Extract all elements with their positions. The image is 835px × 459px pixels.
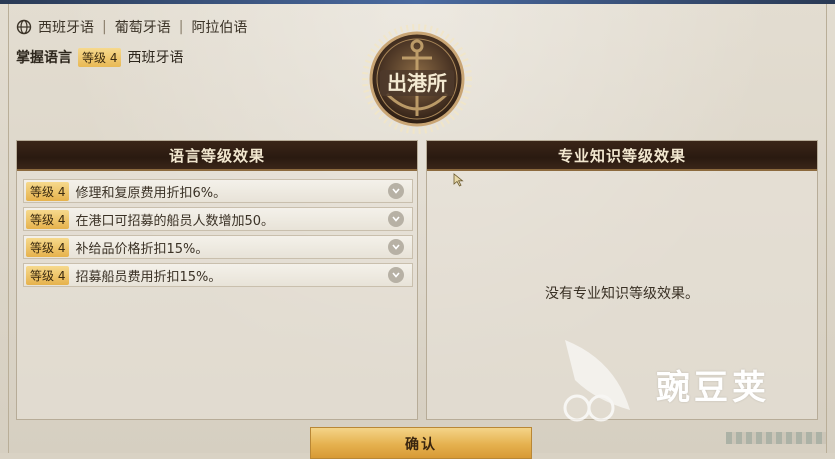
chevron-down-icon[interactable] bbox=[388, 267, 404, 283]
effect-row[interactable]: 等级 4 补给品价格折扣15%。 bbox=[23, 235, 413, 259]
mastery-label: 掌握语言 bbox=[16, 50, 72, 66]
panel-title: 专业知识等级效果 bbox=[427, 141, 817, 171]
language-item: 葡萄牙语 bbox=[114, 20, 171, 36]
frame-left bbox=[8, 4, 9, 453]
confirm-button[interactable]: 确认 bbox=[310, 427, 532, 459]
language-effects-panel: 语言等级效果 等级 4 修理和复原费用折扣6%。 等级 4 在港口可招募的船员人… bbox=[16, 140, 418, 420]
blurred-text bbox=[726, 432, 826, 444]
effect-row[interactable]: 等级 4 在港口可招募的船员人数增加50。 bbox=[23, 207, 413, 231]
effect-text: 补给品价格折扣15%。 bbox=[75, 241, 209, 257]
effect-row[interactable]: 等级 4 修理和复原费用折扣6%。 bbox=[23, 179, 413, 203]
effect-text: 在港口可招募的船员人数增加50。 bbox=[75, 213, 274, 229]
empty-message: 没有专业知识等级效果。 bbox=[545, 286, 699, 302]
watermark-text: 豌豆荚 bbox=[656, 368, 770, 408]
language-item: 西班牙语 bbox=[38, 20, 94, 36]
emblem-title: 出港所 bbox=[387, 71, 447, 95]
chevron-down-icon[interactable] bbox=[388, 183, 404, 199]
level-badge: 等级 4 bbox=[26, 265, 70, 285]
chevron-down-icon[interactable] bbox=[388, 211, 404, 227]
globe-icon bbox=[16, 19, 32, 35]
frame-right bbox=[826, 4, 827, 453]
language-item: 阿拉伯语 bbox=[191, 20, 248, 36]
effect-text: 修理和复原费用折扣6%。 bbox=[75, 185, 227, 201]
level-badge: 等级 4 bbox=[26, 181, 70, 201]
divider: | bbox=[102, 19, 107, 35]
level-badge: 等级 4 bbox=[26, 209, 70, 229]
top-accent-line bbox=[0, 0, 835, 4]
port-office-emblem: 出港所 bbox=[362, 24, 472, 134]
divider: | bbox=[178, 19, 184, 35]
effect-row[interactable]: 等级 4 招募船员费用折扣15%。 bbox=[23, 263, 413, 287]
mastery-language: 西班牙语 bbox=[127, 50, 184, 66]
cursor-icon bbox=[453, 173, 464, 187]
mastered-language-row: 掌握语言 等级 4 西班牙语 bbox=[16, 46, 183, 68]
chevron-down-icon[interactable] bbox=[388, 239, 404, 255]
level-badge: 等级 4 bbox=[26, 237, 70, 257]
panel-title: 语言等级效果 bbox=[17, 141, 417, 171]
level-badge: 等级 4 bbox=[78, 47, 122, 67]
language-list: 西班牙语 | 葡萄牙语 | 阿拉伯语 bbox=[16, 16, 247, 38]
effect-text: 招募船员费用折扣15%。 bbox=[75, 269, 222, 285]
